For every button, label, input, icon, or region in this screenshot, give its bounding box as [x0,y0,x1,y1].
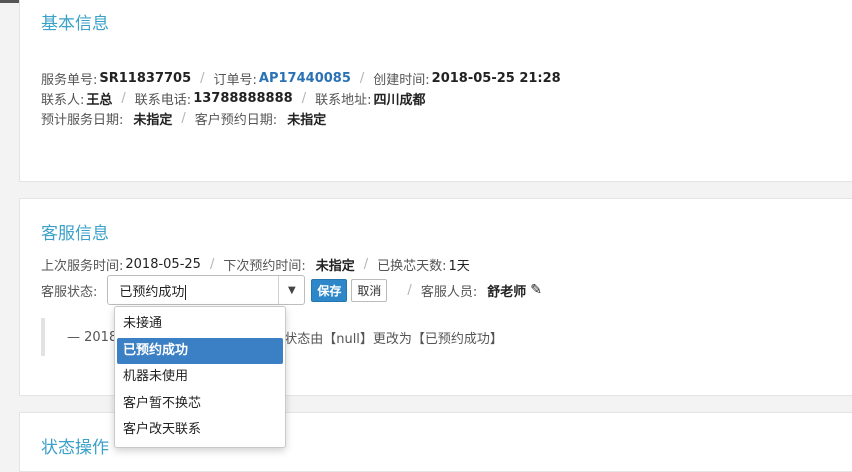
phone-value: 13788888888 [193,90,293,106]
pencil-icon[interactable]: ✎ [530,282,542,298]
phone-label: 联系电话: [134,92,192,108]
last-service-label: 上次服务时间: [41,258,124,274]
planned-date-label: 预计服务日期: [41,112,124,128]
cs-info-title: 客服信息 [41,224,109,244]
next-appt-value: 未指定 [315,258,355,274]
customer-date-value: 未指定 [287,112,327,128]
status-ops-title: 状态操作 [41,438,109,458]
dropdown-arrow-icon[interactable]: ▼ [278,276,304,304]
cancel-button[interactable]: 取消 [351,278,388,302]
address-label: 联系地址: [315,92,372,108]
status-select-value: 已预约成功 [108,281,278,300]
service-no-value: SR11837705 [99,70,192,86]
cs-info-row-1: 上次服务时间: 2018-05-25 / 下次预约时间: 未指定 / 已换芯天数… [41,254,470,274]
last-service-value: 2018-05-25 [125,256,201,272]
separator: / [181,110,186,126]
text-caret [185,284,187,300]
basic-info-row-2: 联系人: 王总 / 联系电话: 13788888888 / 联系地址: 四川成都 [41,88,425,108]
status-dropdown-menu: 未接通 已预约成功 机器未使用 客户暂不换芯 客户改天联系 [114,306,286,448]
separator: / [363,256,369,272]
separator: / [121,90,126,106]
basic-info-title: 基本信息 [41,14,109,34]
log-prefix: — 2018 [67,329,118,345]
customer-date-label: 客户预约日期: [194,112,278,128]
created-label: 创建时间: [373,72,430,88]
separator: / [209,256,215,272]
created-value: 2018-05-25 21:28 [431,70,561,86]
dropdown-option[interactable]: 客户改天联系 [117,417,283,444]
dropdown-option[interactable]: 未接通 [117,311,283,338]
separator: / [407,282,412,298]
status-select-text: 已预约成功 [119,284,185,300]
separator: / [301,90,307,106]
separator: / [200,70,205,86]
contact-value: 王总 [86,92,113,108]
dropdown-option[interactable]: 客户暂不换芯 [117,391,283,418]
separator: / [359,70,365,86]
contact-label: 联系人: [41,92,85,108]
save-button[interactable]: 保存 [311,278,348,302]
order-no-link[interactable]: AP17440085 [259,71,351,86]
dropdown-option[interactable]: 机器未使用 [117,364,283,391]
dropdown-option-selected[interactable]: 已预约成功 [117,337,283,364]
basic-info-row-1: 服务单号: SR11837705 / 订单号: AP17440085 / 创建时… [41,68,561,88]
staff-value: 舒老师 [487,284,527,300]
next-appt-label: 下次预约时间: [223,258,306,274]
cs-status-row: 客服状态: 已预约成功 ▼ 保存 取消 / 客服人员: 舒老师 ✎ [41,275,542,305]
status-label: 客服状态: [41,284,98,300]
status-select[interactable]: 已预约成功 ▼ [107,275,306,305]
basic-info-row-3: 预计服务日期: 未指定 / 客户预约日期: 未指定 [41,108,326,128]
order-no-label: 订单号: [213,72,257,88]
basic-info-panel: 基本信息 服务单号: SR11837705 / 订单号: AP17440085 … [19,0,852,182]
planned-date-value: 未指定 [133,112,173,128]
days-value: 1天 [448,258,470,274]
staff-label: 客服人员: [420,284,478,300]
service-no-label: 服务单号: [41,72,98,88]
address-value: 四川成都 [373,92,426,108]
days-label: 已换芯天数: [377,258,447,274]
